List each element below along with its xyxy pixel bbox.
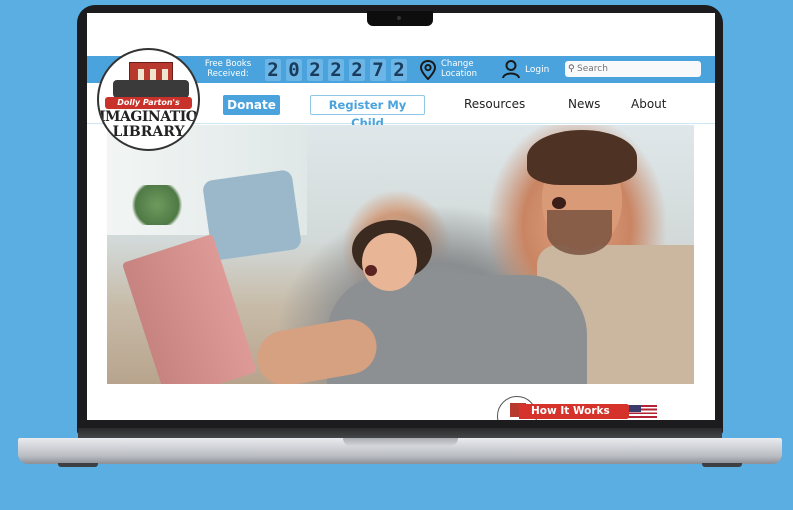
hero-girl-mouth — [365, 265, 377, 276]
counter-digit: 2 — [349, 59, 365, 81]
counter-digit: 2 — [265, 59, 281, 81]
laptop-foot-left — [58, 463, 98, 467]
nav-news[interactable]: News — [568, 97, 600, 111]
logo-script-text: Dolly Parton's — [105, 97, 192, 109]
camera-notch — [367, 11, 433, 26]
counter-digit: 2 — [328, 59, 344, 81]
location-pin-icon[interactable] — [419, 60, 437, 80]
site-logo[interactable]: Dolly Parton's IMAGINATION LIBRARY — [97, 48, 200, 151]
hero-girl-face — [362, 233, 417, 291]
hero-plant — [127, 185, 187, 225]
hero-father-beard — [547, 210, 612, 255]
camera-icon — [397, 16, 401, 20]
counter-digit: 7 — [370, 59, 386, 81]
nav-about[interactable]: About — [631, 97, 666, 111]
logo-text-library: LIBRARY — [112, 124, 185, 140]
nav-resources[interactable]: Resources — [464, 97, 525, 111]
change-location-link[interactable]: Change Location — [441, 59, 485, 79]
register-my-child-button[interactable]: Register My Child — [310, 95, 425, 130]
logo-text-imagination: IMAGINATION — [99, 109, 200, 125]
free-books-label: Free Books Received: — [204, 59, 252, 79]
hero-image — [107, 125, 694, 384]
laptop-hinge-notch — [343, 438, 458, 446]
counter-digit: 2 — [307, 59, 323, 81]
logo-train-icon — [113, 80, 189, 98]
login-link[interactable]: Login — [525, 65, 549, 75]
hero-father-mouth — [552, 197, 566, 209]
search-input[interactable] — [565, 61, 701, 77]
how-it-works-button[interactable]: How It Works — [519, 404, 639, 419]
books-counter: 2 0 2 2 2 7 2 — [265, 59, 407, 81]
counter-digit: 0 — [286, 59, 302, 81]
laptop-foot-right — [702, 463, 742, 467]
donate-button[interactable]: Donate — [223, 95, 280, 115]
laptop-screen: Dolly Parton's IMAGINATION LIBRARY Free … — [87, 13, 715, 420]
search-icon: ⚲ — [568, 64, 575, 74]
hero-pillow — [201, 169, 303, 261]
user-icon[interactable] — [501, 59, 521, 79]
counter-digit: 2 — [391, 59, 407, 81]
hero-father-hair — [527, 130, 637, 185]
us-flag-icon[interactable] — [629, 405, 657, 418]
